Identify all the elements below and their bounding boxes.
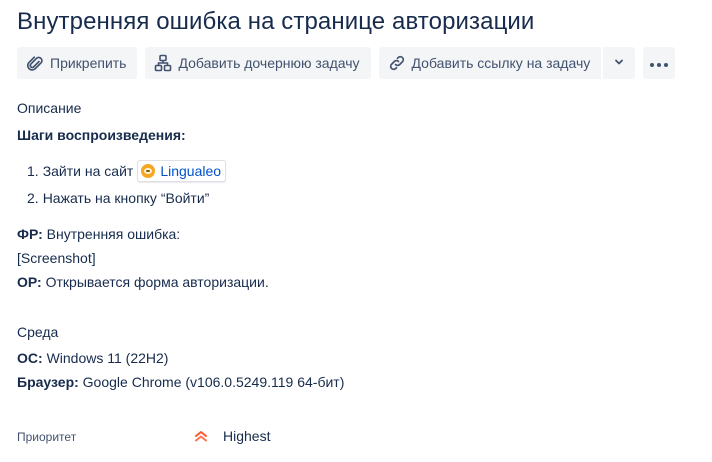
paperclip-icon: [26, 54, 44, 72]
lingualeo-favicon-icon: [141, 164, 156, 178]
more-icon: [649, 55, 669, 71]
link-issue-split-button: Добавить ссылку на задачу: [378, 47, 636, 79]
expected-result-value: Открывается форма авторизации.: [45, 274, 269, 290]
link-icon: [388, 54, 406, 72]
link-issue-dropdown-button[interactable]: [603, 47, 636, 79]
os-key: ОС:: [17, 350, 43, 366]
add-link-issue-button[interactable]: Добавить ссылку на задачу: [378, 47, 602, 79]
add-link-issue-label: Добавить ссылку на задачу: [411, 55, 591, 71]
browser-key: Браузер:: [17, 374, 79, 390]
priority-value: Highest: [223, 428, 271, 444]
screenshot-placeholder: [Screenshot]: [17, 250, 96, 266]
steps-heading: Шаги воспроизведения:: [17, 127, 186, 143]
more-actions-button[interactable]: [643, 47, 676, 79]
priority-highest-icon: [193, 428, 209, 444]
actual-result-line: ФР: Внутренняя ошибка:: [17, 226, 180, 242]
attach-button-label: Прикрепить: [50, 55, 127, 71]
lingualeo-link-label: Lingualeo: [160, 163, 222, 179]
expected-result-line: ОР: Открывается форма авторизации.: [17, 274, 269, 290]
step-number: 1.: [27, 163, 39, 179]
actual-result-key: ФР:: [17, 226, 43, 242]
issue-toolbar: Прикрепить Добавить дочернюю задачу Доба…: [17, 47, 676, 79]
issue-title[interactable]: Внутренняя ошибка на странице авторизаци…: [17, 8, 534, 36]
environment-heading: Среда: [17, 324, 59, 340]
priority-label: Приоритет: [17, 430, 77, 444]
actual-result-value: Внутренняя ошибка:: [46, 226, 181, 242]
lingualeo-link[interactable]: Lingualeo: [137, 160, 227, 182]
attach-button[interactable]: Прикрепить: [17, 47, 138, 79]
step-text: Зайти на сайт: [42, 163, 134, 179]
step-item-1: 1. Зайти на сайт Lingualeo: [27, 160, 227, 182]
browser-value: Google Chrome (v106.0.5249.119 64-бит): [82, 374, 345, 390]
step-text: Нажать на кнопку “Войти”: [42, 190, 210, 206]
expected-result-key: ОР:: [17, 274, 42, 290]
step-number: 2.: [27, 190, 39, 206]
browser-line: Браузер: Google Chrome (v106.0.5249.119 …: [17, 374, 344, 390]
os-line: ОС: Windows 11 (22H2): [17, 350, 168, 366]
chevron-down-icon: [613, 55, 625, 71]
priority-field[interactable]: Highest: [193, 428, 270, 444]
description-heading: Описание: [17, 100, 82, 116]
add-child-issue-button[interactable]: Добавить дочернюю задачу: [145, 47, 371, 79]
step-item-2: 2. Нажать на кнопку “Войти”: [27, 190, 209, 206]
os-value: Windows 11 (22H2): [46, 350, 169, 366]
child-issue-icon: [154, 54, 172, 72]
add-child-issue-label: Добавить дочернюю задачу: [178, 55, 360, 71]
